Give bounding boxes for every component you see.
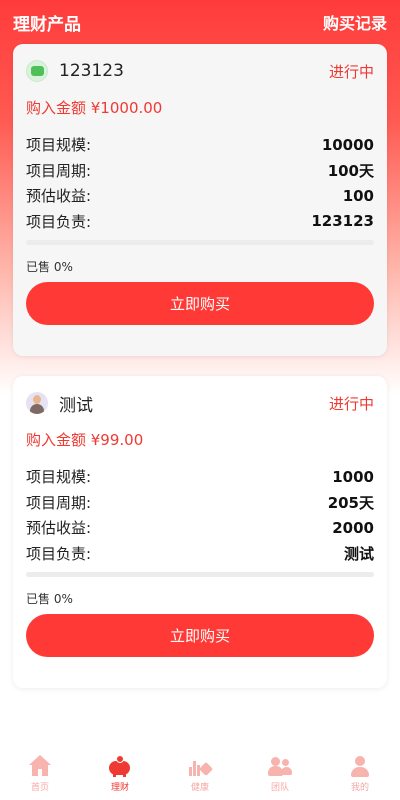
detail-label: 项目负责: (26, 544, 92, 563)
sold-percentage: 已售 0% (26, 260, 73, 274)
product-details: 项目规模: 1000 项目周期: 205天 预估收益: 2000 项目负责: 测… (26, 464, 374, 566)
detail-label: 预估收益: (26, 519, 92, 538)
product-name: 测试 (59, 395, 93, 416)
product-card-header: 123123 进行中 (26, 44, 374, 98)
tab-health[interactable]: 健康 (160, 750, 240, 800)
detail-value: 205天 (327, 493, 374, 512)
detail-row-income: 预估收益: 2000 (26, 515, 374, 541)
detail-value: 测试 (343, 544, 374, 563)
piggy-bank-icon (108, 755, 132, 777)
tab-label: 健康 (190, 783, 209, 793)
status-badge: 进行中 (328, 62, 374, 81)
detail-label: 预估收益: (26, 187, 92, 206)
sold-progress-bar (26, 240, 374, 245)
detail-row-income: 预估收益: 100 (26, 183, 374, 209)
detail-label: 项目周期: (26, 161, 92, 180)
detail-row-manager: 项目负责: 123123 (26, 209, 374, 235)
user-icon (348, 755, 372, 777)
detail-row-scale: 项目规模: 10000 (26, 132, 374, 158)
detail-row-scale: 项目规模: 1000 (26, 464, 374, 490)
detail-row-manager: 项目负责: 测试 (26, 541, 374, 567)
detail-label: 项目负责: (26, 212, 92, 231)
health-icon (188, 755, 214, 777)
product-details: 项目规模: 10000 项目周期: 100天 预估收益: 100 项目负责: 1… (26, 132, 374, 234)
detail-value: 123123 (311, 212, 374, 231)
detail-label: 项目周期: (26, 493, 92, 512)
sold-percentage: 已售 0% (26, 592, 73, 606)
detail-row-period: 项目周期: 100天 (26, 158, 374, 184)
detail-row-period: 项目周期: 205天 (26, 490, 374, 516)
tab-home[interactable]: 首页 (0, 750, 80, 800)
tab-label: 理财 (110, 783, 129, 793)
product-card: 测试 进行中 购入金额 ¥99.00 项目规模: 1000 项目周期: 205天… (13, 376, 387, 688)
tab-team[interactable]: 团队 (240, 750, 320, 800)
detail-value: 100天 (327, 161, 374, 180)
buy-now-button[interactable]: 立即购买 (26, 614, 374, 657)
detail-value: 100 (342, 186, 374, 205)
top-bar: 理财产品 购买记录 (0, 0, 400, 44)
home-icon (28, 755, 52, 777)
tab-me[interactable]: 我的 (320, 750, 400, 800)
green-image-icon (26, 60, 48, 82)
bottom-tab-bar: 首页 理财 健康 团队 我的 (0, 750, 400, 800)
buy-now-button[interactable]: 立即购买 (26, 282, 374, 325)
purchase-amount: 购入金额 ¥1000.00 (26, 99, 163, 117)
status-badge: 进行中 (328, 394, 374, 413)
detail-label: 项目规模: (26, 136, 92, 155)
detail-value: 10000 (321, 135, 374, 154)
purchase-amount: 购入金额 ¥99.00 (26, 431, 144, 449)
product-card: 123123 进行中 购入金额 ¥1000.00 项目规模: 10000 项目周… (13, 44, 387, 356)
tab-finance[interactable]: 理财 (80, 750, 160, 800)
product-card-header: 测试 进行中 (26, 376, 374, 430)
tab-label: 我的 (350, 783, 369, 793)
team-icon (268, 755, 292, 777)
detail-value: 2000 (332, 518, 374, 537)
page-title: 理财产品 (13, 14, 81, 35)
detail-label: 项目规模: (26, 468, 92, 487)
tab-label: 团队 (270, 783, 289, 793)
sold-progress-bar (26, 572, 374, 577)
tab-label: 首页 (30, 783, 49, 793)
person-avatar-icon (26, 392, 48, 414)
product-name: 123123 (59, 61, 124, 81)
purchase-record-link[interactable]: 购买记录 (323, 10, 387, 34)
detail-value: 1000 (332, 467, 374, 486)
